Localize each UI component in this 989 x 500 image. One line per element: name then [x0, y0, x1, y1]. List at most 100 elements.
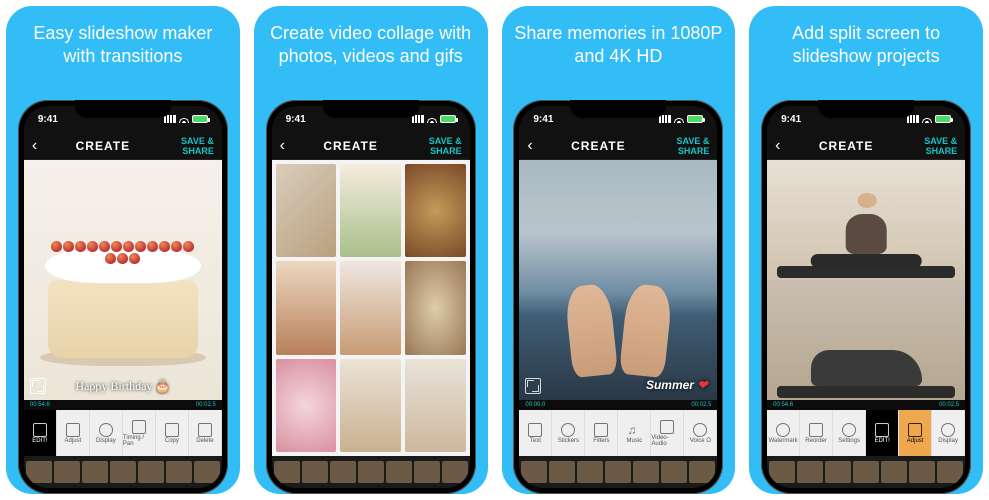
tool-music[interactable]: Music [618, 410, 651, 456]
status-time: 9:41 [286, 114, 306, 125]
reorder-icon [809, 423, 823, 437]
timeline-thumb[interactable] [605, 461, 631, 483]
collage-cell[interactable] [405, 164, 466, 257]
timeline-thumb[interactable] [853, 461, 879, 483]
tool-edit[interactable]: EDIT! [24, 410, 57, 456]
tool-timing[interactable]: Timing / Pan [123, 410, 156, 456]
editor-canvas[interactable] [767, 160, 965, 400]
collage-cell[interactable] [276, 261, 337, 354]
tool-videoaudio[interactable]: Video-Audio [651, 410, 684, 456]
edit-toolbar: EDIT! Adjust Display Timing / Pan Copy D… [24, 410, 222, 456]
timeline-thumb[interactable] [82, 461, 108, 483]
back-icon[interactable]: ‹ [775, 137, 795, 155]
timeline-thumb[interactable] [881, 461, 907, 483]
phone-screen: 9:41 ‹ CREATE SAVE & SHARE [272, 106, 470, 488]
tool-voice[interactable]: Voice O [684, 410, 717, 456]
timeline-thumb[interactable] [26, 461, 52, 483]
promo-panel-4: Add split screen to slideshow projects 9… [749, 6, 983, 494]
wifi-icon [922, 115, 932, 123]
timeline-thumb[interactable] [386, 461, 412, 483]
timeline-thumb[interactable] [54, 461, 80, 483]
status-icons [412, 115, 456, 123]
timeline-thumb[interactable] [358, 461, 384, 483]
caption-overlay[interactable]: Summer ❤ [646, 378, 707, 392]
timeline[interactable] [519, 456, 717, 488]
timeline-thumb[interactable] [549, 461, 575, 483]
promo-panel-2: Create video collage with photos, videos… [254, 6, 488, 494]
back-icon[interactable]: ‹ [280, 137, 300, 155]
text-icon [528, 423, 542, 437]
timeline-thumb[interactable] [661, 461, 687, 483]
timeline-thumb[interactable] [330, 461, 356, 483]
timeline[interactable] [767, 456, 965, 488]
tool-delete[interactable]: Delete [189, 410, 222, 456]
promo-panel-3: Share memories in 1080P and 4K HD 9:41 ‹… [502, 6, 736, 494]
collage-cell[interactable] [405, 261, 466, 354]
collage-grid[interactable] [272, 160, 470, 456]
timeline-thumb[interactable] [166, 461, 192, 483]
wifi-icon [179, 115, 189, 123]
adjust-icon [908, 423, 922, 437]
timeline[interactable] [24, 456, 222, 488]
timeline-thumb[interactable] [521, 461, 547, 483]
tool-adjust[interactable]: Adjust [899, 410, 932, 456]
save-share-button[interactable]: SAVE & SHARE [402, 136, 462, 156]
back-icon[interactable]: ‹ [32, 137, 52, 155]
tool-filters[interactable]: Filters [585, 410, 618, 456]
collage-cell[interactable] [276, 359, 337, 452]
timeline-thumb[interactable] [689, 461, 715, 483]
headline: Create video collage with photos, videos… [254, 6, 488, 100]
caption-overlay[interactable]: Happy Birthday 🎂 [24, 379, 222, 394]
tool-text[interactable]: Text [519, 410, 552, 456]
collage-cell[interactable] [405, 359, 466, 452]
tool-copy[interactable]: Copy [156, 410, 189, 456]
tool-settings[interactable]: Settings [833, 410, 866, 456]
timeline-thumb[interactable] [274, 461, 300, 483]
tool-adjust[interactable]: Adjust [57, 410, 90, 456]
time-left: 00:54.6 [773, 402, 793, 408]
collage-cell[interactable] [340, 164, 401, 257]
editor-canvas[interactable]: Happy Birthday 🎂 [24, 160, 222, 400]
tool-watermark[interactable]: Watermark [767, 410, 800, 456]
timeline-thumb[interactable] [825, 461, 851, 483]
signal-icon [412, 115, 424, 123]
yoga-image-bottom[interactable] [767, 280, 965, 400]
battery-icon [440, 115, 456, 123]
timeline[interactable] [272, 456, 470, 488]
timeline-thumb[interactable] [937, 461, 963, 483]
collage-cell[interactable] [276, 164, 337, 257]
gear-icon [842, 423, 856, 437]
yoga-image-top[interactable] [767, 160, 965, 280]
editor-canvas[interactable] [272, 160, 470, 456]
promo-panel-1: Easy slideshow maker with transitions 9:… [6, 6, 240, 494]
tool-display[interactable]: Display [90, 410, 123, 456]
collage-cell[interactable] [340, 359, 401, 452]
headline: Add split screen to slideshow projects [749, 6, 983, 100]
phone-frame: 9:41 ‹ CREATE SAVE & SHARE [18, 100, 228, 494]
save-share-button[interactable]: SAVE & SHARE [649, 136, 709, 156]
editor-canvas[interactable]: Summer ❤ [519, 160, 717, 400]
timeline-thumb[interactable] [909, 461, 935, 483]
timeline-thumb[interactable] [577, 461, 603, 483]
timeline-thumb[interactable] [110, 461, 136, 483]
back-icon[interactable]: ‹ [527, 137, 547, 155]
collage-cell[interactable] [340, 261, 401, 354]
timeline-thumb[interactable] [138, 461, 164, 483]
timeline-thumb[interactable] [797, 461, 823, 483]
expand-icon[interactable] [30, 378, 46, 394]
timeline-thumb[interactable] [769, 461, 795, 483]
share-toolbar: Text Stickers Filters Music Video-Audio … [519, 410, 717, 456]
timeline-thumb[interactable] [442, 461, 468, 483]
tool-display[interactable]: Display [932, 410, 965, 456]
save-share-button[interactable]: SAVE & SHARE [897, 136, 957, 156]
timeline-thumb[interactable] [302, 461, 328, 483]
tool-stickers[interactable]: Stickers [552, 410, 585, 456]
timeline-thumb[interactable] [414, 461, 440, 483]
timeline-thumb[interactable] [633, 461, 659, 483]
status-icons [659, 115, 703, 123]
expand-icon[interactable] [525, 378, 541, 394]
tool-edit[interactable]: EDIT! [866, 410, 899, 456]
tool-reorder[interactable]: Reorder [800, 410, 833, 456]
timeline-thumb[interactable] [194, 461, 220, 483]
save-share-button[interactable]: SAVE & SHARE [154, 136, 214, 156]
